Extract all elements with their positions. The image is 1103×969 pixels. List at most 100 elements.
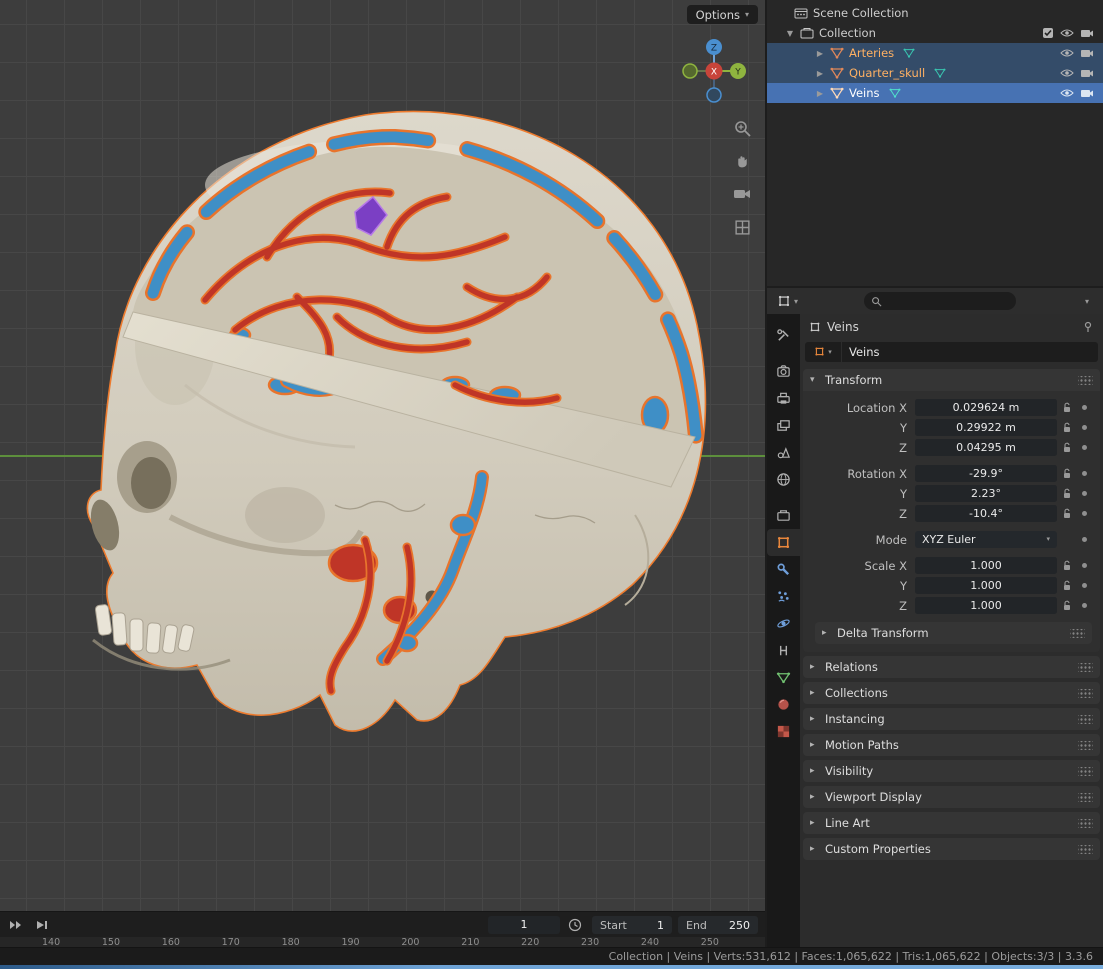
animate-dot[interactable] (1077, 583, 1092, 588)
material-icon[interactable] (767, 691, 800, 718)
skull-3d-object[interactable] (35, 85, 725, 745)
end-frame-field[interactable]: End 250 (678, 916, 758, 934)
drag-grip-icon[interactable] (1078, 818, 1093, 828)
chevron-right-icon[interactable]: ▶ (813, 69, 827, 78)
drag-grip-icon[interactable] (1078, 740, 1093, 750)
zoom-icon[interactable] (732, 118, 752, 138)
animate-dot[interactable] (1077, 511, 1092, 516)
axis-z-neg-handle[interactable] (706, 87, 722, 103)
animate-dot[interactable] (1077, 563, 1092, 568)
lock-icon[interactable] (1057, 600, 1077, 612)
mesh-data-icon[interactable] (889, 88, 901, 98)
scale-x-field[interactable]: 1.000 (915, 557, 1057, 574)
object-name-field[interactable] (842, 341, 1098, 362)
drag-grip-icon[interactable] (1078, 662, 1093, 672)
scene-icon[interactable] (767, 439, 800, 466)
navigation-gizmo[interactable]: Z Y X (679, 36, 749, 106)
camera-icon[interactable] (1080, 88, 1094, 98)
lock-icon[interactable] (1057, 402, 1077, 414)
section-viewport-display[interactable]: ▸ Viewport Display (803, 786, 1100, 808)
section-visibility[interactable]: ▸ Visibility (803, 760, 1100, 782)
editor-type-button[interactable]: ▾ (773, 292, 802, 310)
lock-icon[interactable] (1057, 422, 1077, 434)
eye-icon[interactable] (1060, 88, 1074, 98)
current-frame-field[interactable]: 1 (488, 916, 560, 934)
location-x-field[interactable]: 0.029624 m (915, 399, 1057, 416)
start-frame-field[interactable]: Start 1 (592, 916, 672, 934)
properties-search[interactable] (863, 292, 1016, 310)
particles-icon[interactable] (767, 583, 800, 610)
scale-z-field[interactable]: 1.000 (915, 597, 1057, 614)
section-custom-properties[interactable]: ▸ Custom Properties (803, 838, 1100, 860)
drag-grip-icon[interactable] (1078, 714, 1093, 724)
pin-icon[interactable] (1082, 321, 1094, 333)
modifiers-icon[interactable] (767, 556, 800, 583)
drag-grip-icon[interactable] (1078, 766, 1093, 776)
output-icon[interactable] (767, 385, 800, 412)
section-collections[interactable]: ▸ Collections (803, 682, 1100, 704)
eye-icon[interactable] (1060, 28, 1074, 38)
lock-icon[interactable] (1057, 442, 1077, 454)
transform-section-header[interactable]: ▾ Transform (803, 369, 1100, 391)
grid-ortho-icon[interactable] (732, 217, 752, 237)
object-id-dropdown[interactable]: ▾ (805, 341, 841, 362)
drag-grip-icon[interactable] (1070, 628, 1085, 638)
camera-icon[interactable] (1080, 68, 1094, 78)
axis-y-neg-handle[interactable] (682, 63, 698, 79)
location-y-field[interactable]: 0.29922 m (915, 419, 1057, 436)
chevron-right-icon[interactable]: ▶ (813, 49, 827, 58)
eye-icon[interactable] (1060, 68, 1074, 78)
texture-icon[interactable] (767, 718, 800, 745)
lock-icon[interactable] (1057, 580, 1077, 592)
jump-to-end-icon[interactable] (32, 916, 52, 934)
animate-dot[interactable] (1077, 537, 1092, 542)
checkbox[interactable] (1042, 27, 1054, 39)
drag-grip-icon[interactable] (1078, 844, 1093, 854)
rotation-x-field[interactable]: -29.9° (915, 465, 1057, 482)
animate-dot[interactable] (1077, 405, 1092, 410)
section-relations[interactable]: ▸ Relations (803, 656, 1100, 678)
camera-view-icon[interactable] (732, 184, 752, 204)
rotation-z-field[interactable]: -10.4° (915, 505, 1057, 522)
outliner-item-quarter-skull[interactable]: ▶ Quarter_skull (767, 63, 1103, 83)
world-icon[interactable] (767, 466, 800, 493)
mesh-data-icon[interactable] (903, 48, 915, 58)
hand-icon[interactable] (732, 151, 752, 171)
filter-dropdown-icon[interactable]: ▾ (1077, 297, 1097, 306)
section-instancing[interactable]: ▸ Instancing (803, 708, 1100, 730)
search-input[interactable] (886, 295, 1009, 307)
tool-icon[interactable] (767, 322, 800, 349)
outliner-item-veins[interactable]: ▶ Veins (767, 83, 1103, 103)
render-icon[interactable] (767, 358, 800, 385)
animate-dot[interactable] (1077, 603, 1092, 608)
animate-dot[interactable] (1077, 425, 1092, 430)
drag-grip-icon[interactable] (1078, 375, 1093, 385)
3d-viewport[interactable]: Options ▾ Z Y X (0, 0, 765, 911)
section-delta-transform[interactable]: ▸ Delta Transform (815, 622, 1092, 644)
outliner-item-arteries[interactable]: ▶ Arteries (767, 43, 1103, 63)
mesh-data-icon[interactable] (934, 68, 946, 78)
location-z-field[interactable]: 0.04295 m (915, 439, 1057, 456)
physics-icon[interactable] (767, 610, 800, 637)
collection-row[interactable]: ▼ Collection (767, 23, 1103, 43)
play-icon[interactable] (6, 916, 26, 934)
collection-icon[interactable] (767, 502, 800, 529)
rotation-y-field[interactable]: 2.23° (915, 485, 1057, 502)
drag-grip-icon[interactable] (1078, 792, 1093, 802)
lock-icon[interactable] (1057, 508, 1077, 520)
clock-icon[interactable] (568, 918, 582, 932)
options-button[interactable]: Options ▾ (686, 5, 758, 24)
object-icon[interactable] (767, 529, 800, 556)
drag-grip-icon[interactable] (1078, 688, 1093, 698)
animate-dot[interactable] (1077, 491, 1092, 496)
eye-icon[interactable] (1060, 48, 1074, 58)
section-line-art[interactable]: ▸ Line Art (803, 812, 1100, 834)
lock-icon[interactable] (1057, 488, 1077, 500)
animate-dot[interactable] (1077, 445, 1092, 450)
timeline-ruler[interactable]: 140 150 160 170 180 190 200 210 220 230 … (0, 937, 765, 947)
scene-collection-row[interactable]: Scene Collection (767, 3, 1103, 23)
view-layer-icon[interactable] (767, 412, 800, 439)
chevron-down-icon[interactable]: ▼ (783, 29, 797, 38)
scale-y-field[interactable]: 1.000 (915, 577, 1057, 594)
camera-icon[interactable] (1080, 48, 1094, 58)
